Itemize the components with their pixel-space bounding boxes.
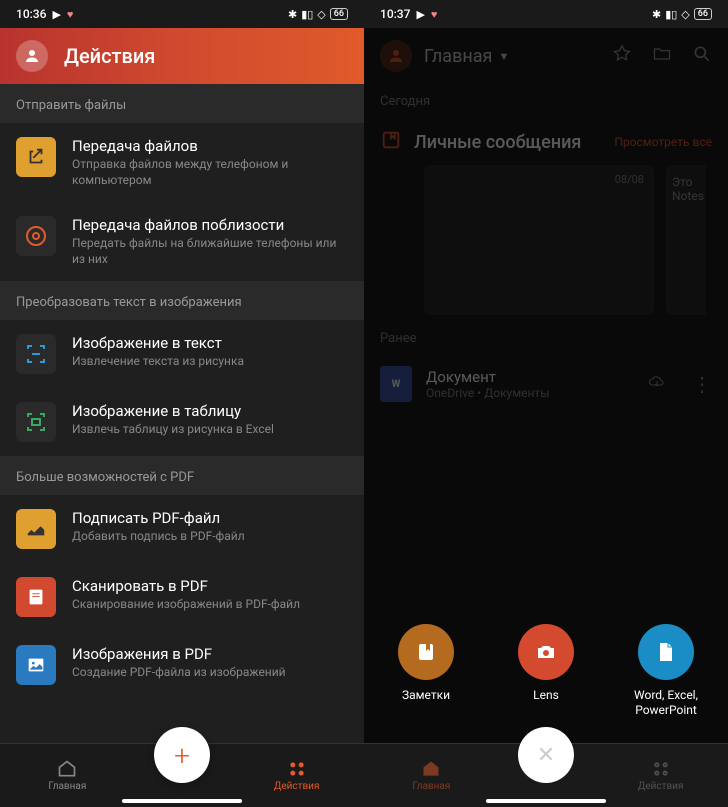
action-sign-pdf[interactable]: Подписать PDF-файл Добавить подпись в PD…: [0, 495, 364, 563]
action-nearby-share[interactable]: Передача файлов поблизости Передать файл…: [0, 202, 364, 281]
bluetooth-icon: ✱: [288, 8, 297, 21]
action-image-to-text[interactable]: Изображение в текст Извлечение текста из…: [0, 320, 364, 388]
more-icon[interactable]: ⋮: [692, 372, 712, 396]
fab-close[interactable]: ✕: [518, 727, 574, 783]
search-icon[interactable]: [692, 44, 712, 68]
section-header-pdf: Больше возможностей с PDF: [0, 456, 364, 495]
status-time: 10:36: [16, 7, 46, 21]
create-office[interactable]: Word, Excel, PowerPoint: [621, 624, 711, 717]
image-text-icon: [16, 334, 56, 374]
heart-icon: ♥: [431, 8, 438, 21]
page-title-dropdown[interactable]: Главная ▼: [424, 46, 509, 67]
phone-home-screen: 10:37 ▶ ♥ ✱ ▮▯ ◇ 66 Главная ▼: [364, 0, 728, 807]
action-desc: Извлечь таблицу из рисунка в Excel: [72, 422, 348, 438]
nav-home[interactable]: Главная: [381, 759, 481, 792]
action-desc: Сканирование изображений в PDF-файл: [72, 597, 348, 613]
view-all-link[interactable]: Просмотреть все: [614, 135, 712, 149]
person-icon: [23, 47, 41, 65]
home-icon: [421, 759, 441, 779]
today-label: Сегодня: [364, 84, 728, 119]
battery-indicator: 66: [330, 8, 348, 20]
action-title: Изображения в PDF: [72, 645, 348, 663]
action-desc: Добавить подпись в PDF-файл: [72, 529, 348, 545]
status-time: 10:37: [380, 7, 410, 21]
status-bar: 10:37 ▶ ♥ ✱ ▮▯ ◇ 66: [364, 0, 728, 28]
images-pdf-icon: [16, 645, 56, 685]
nav-actions[interactable]: Действия: [247, 759, 347, 792]
bluetooth-icon: ✱: [652, 8, 661, 21]
doc-title: Документ: [426, 368, 634, 386]
action-scan-pdf[interactable]: Сканировать в PDF Сканирование изображен…: [0, 563, 364, 631]
action-title: Изображение в таблицу: [72, 402, 348, 420]
plus-icon: +: [174, 739, 190, 772]
create-actions-menu: Заметки Lens Word, Excel, PowerPoint: [364, 624, 728, 717]
note-icon: [380, 129, 402, 155]
page-title: Действия: [64, 44, 155, 68]
home-icon: [57, 759, 77, 779]
earlier-label: Ранее: [364, 315, 728, 354]
section-header-send: Отправить файлы: [0, 84, 364, 123]
profile-button[interactable]: [16, 40, 48, 72]
signal-icon: ▮▯: [665, 8, 677, 21]
home-indicator[interactable]: [486, 799, 606, 803]
actions-content[interactable]: Отправить файлы Передача файлов Отправка…: [0, 84, 364, 743]
message-card[interactable]: 08/08: [424, 165, 654, 315]
cloud-download-icon[interactable]: [648, 373, 666, 395]
action-images-to-pdf[interactable]: Изображения в PDF Создание PDF-файла из …: [0, 631, 364, 699]
action-title: Передача файлов поблизости: [72, 216, 348, 234]
message-cards[interactable]: 08/08 Это Notes: [364, 165, 728, 315]
nav-home[interactable]: Главная: [17, 759, 117, 792]
premium-icon[interactable]: [612, 44, 632, 68]
action-image-to-table[interactable]: Изображение в таблицу Извлечь таблицу из…: [0, 388, 364, 456]
profile-button[interactable]: [380, 40, 412, 72]
action-desc: Извлечение текста из рисунка: [72, 354, 348, 370]
word-file-icon: W: [380, 366, 412, 402]
battery-indicator: 66: [694, 8, 712, 20]
chevron-down-icon: ▼: [498, 50, 509, 63]
action-desc: Передать файлы на ближайшие телефоны или…: [72, 236, 348, 267]
home-indicator[interactable]: [122, 799, 242, 803]
play-icon: ▶: [52, 8, 60, 21]
close-icon: ✕: [537, 743, 555, 768]
scan-pdf-icon: [16, 577, 56, 617]
create-lens[interactable]: Lens: [501, 624, 591, 717]
section-header-convert: Преобразовать текст в изображения: [0, 281, 364, 320]
sign-pdf-icon: [16, 509, 56, 549]
create-notes[interactable]: Заметки: [381, 624, 471, 717]
grid-icon: [651, 759, 671, 779]
action-desc: Отправка файлов между телефоном и компью…: [72, 157, 348, 188]
document-icon: [638, 624, 694, 680]
notes-icon: [398, 624, 454, 680]
action-file-transfer[interactable]: Передача файлов Отправка файлов между те…: [0, 123, 364, 202]
phone-actions-screen: 10:36 ▶ ♥ ✱ ▮▯ ◇ 66 Действия Отправить ф…: [0, 0, 364, 807]
heart-icon: ♥: [67, 8, 74, 21]
signal-icon: ▮▯: [301, 8, 313, 21]
image-table-icon: [16, 402, 56, 442]
action-desc: Создание PDF-файла из изображений: [72, 665, 348, 681]
action-title: Передача файлов: [72, 137, 348, 155]
play-icon: ▶: [416, 8, 424, 21]
document-item[interactable]: W Документ OneDrive • Документы ⋮: [364, 354, 728, 414]
nearby-share-icon: [16, 216, 56, 256]
fab-create[interactable]: +: [154, 727, 210, 783]
file-transfer-icon: [16, 137, 56, 177]
folder-icon[interactable]: [652, 44, 672, 68]
wifi-icon: ◇: [681, 8, 689, 21]
app-header: Действия: [0, 28, 364, 84]
action-title: Подписать PDF-файл: [72, 509, 348, 527]
person-icon: [387, 47, 405, 65]
card-date: 08/08: [615, 173, 644, 186]
wifi-icon: ◇: [317, 8, 325, 21]
status-bar: 10:36 ▶ ♥ ✱ ▮▯ ◇ 66: [0, 0, 364, 28]
grid-icon: [287, 759, 307, 779]
action-title: Изображение в текст: [72, 334, 348, 352]
personal-title: Личные сообщения: [414, 132, 581, 153]
app-header: Главная ▼: [364, 28, 728, 84]
doc-subtitle: OneDrive • Документы: [426, 386, 634, 400]
personal-messages-header: Личные сообщения Просмотреть все: [364, 119, 728, 165]
nav-actions[interactable]: Действия: [611, 759, 711, 792]
message-card-peek[interactable]: Это Notes: [666, 165, 706, 315]
action-title: Сканировать в PDF: [72, 577, 348, 595]
camera-icon: [518, 624, 574, 680]
